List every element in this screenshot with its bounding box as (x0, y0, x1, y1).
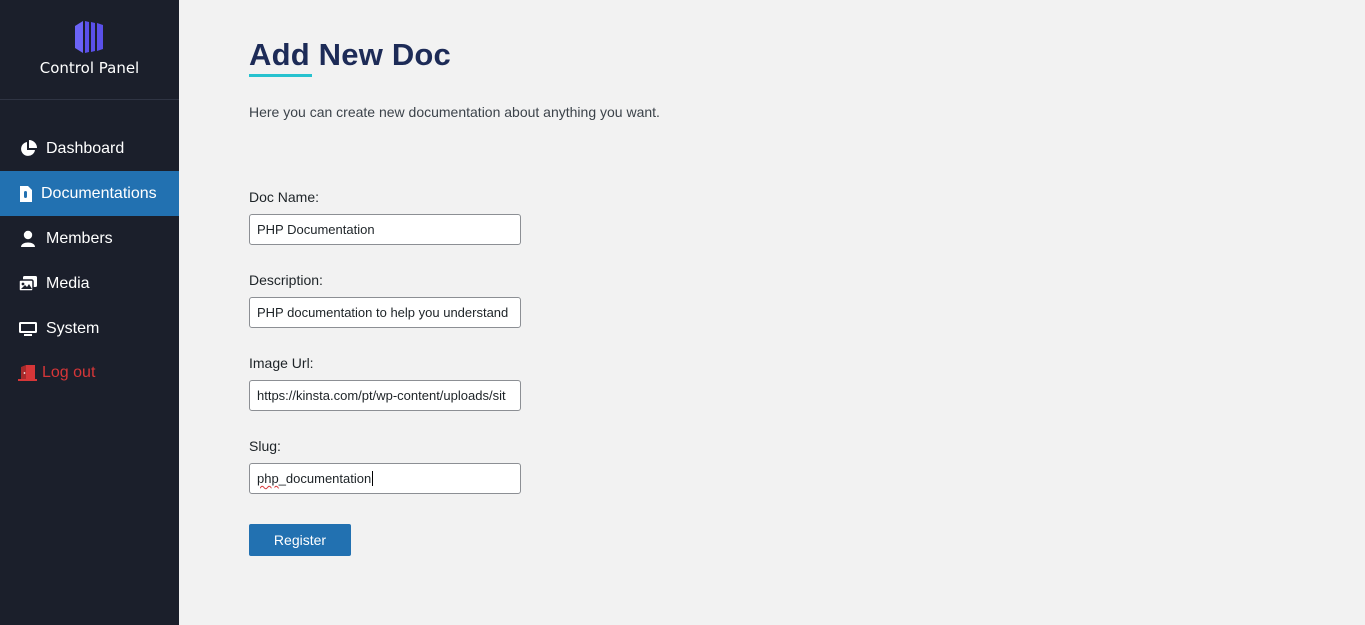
doc-name-value: PHP Documentation (257, 222, 375, 237)
door-exit-icon (18, 364, 38, 382)
main-content: Add New Doc Here you can create new docu… (179, 0, 1365, 625)
sidebar: Control Panel Dashboard Documentations M… (0, 0, 179, 625)
brand-title: Control Panel (39, 59, 140, 77)
sidebar-item-label: System (46, 319, 100, 337)
document-icon (16, 185, 36, 203)
description-label: Description: (249, 272, 323, 288)
image-url-value: https://kinsta.com/pt/wp-content/uploads… (257, 388, 506, 403)
monitor-icon (18, 320, 38, 338)
slug-value: php_documentation (257, 471, 371, 486)
sidebar-item-label: Members (46, 229, 113, 247)
slug-label: Slug: (249, 438, 281, 454)
description-input[interactable]: PHP documentation to help you understand (249, 297, 521, 328)
sidebar-item-members[interactable]: Members (0, 216, 179, 261)
sidebar-item-label: Dashboard (46, 139, 125, 157)
sidebar-item-label: Documentations (41, 184, 157, 202)
doc-name-label: Doc Name: (249, 189, 320, 205)
sidebar-item-system[interactable]: System (0, 306, 179, 351)
columns-logo-icon (75, 21, 103, 53)
image-url-input[interactable]: https://kinsta.com/pt/wp-content/uploads… (249, 380, 521, 411)
register-button[interactable]: Register (249, 524, 351, 556)
sidebar-item-documentations[interactable]: Documentations (0, 171, 179, 216)
sidebar-item-label: Log out (42, 363, 96, 381)
slug-value-rest: _documentation (278, 471, 372, 486)
sidebar-item-logout[interactable]: Log out (0, 350, 179, 395)
page-intro: Here you can create new documentation ab… (249, 104, 660, 120)
images-icon (18, 275, 38, 293)
sidebar-item-dashboard[interactable]: Dashboard (0, 126, 179, 171)
image-url-label: Image Url: (249, 355, 314, 371)
text-caret (372, 471, 374, 486)
slug-value-prefix: php (257, 471, 279, 486)
slug-input[interactable]: php_documentation (249, 463, 521, 494)
title-underline (249, 74, 312, 77)
pie-chart-icon (18, 139, 38, 158)
sidebar-item-media[interactable]: Media (0, 261, 179, 306)
page-title: Add New Doc (249, 37, 451, 72)
description-value: PHP documentation to help you understand (257, 305, 509, 320)
user-icon (18, 230, 38, 248)
brand-header: Control Panel (0, 0, 179, 100)
doc-name-input[interactable]: PHP Documentation (249, 214, 521, 245)
sidebar-item-label: Media (46, 274, 90, 292)
